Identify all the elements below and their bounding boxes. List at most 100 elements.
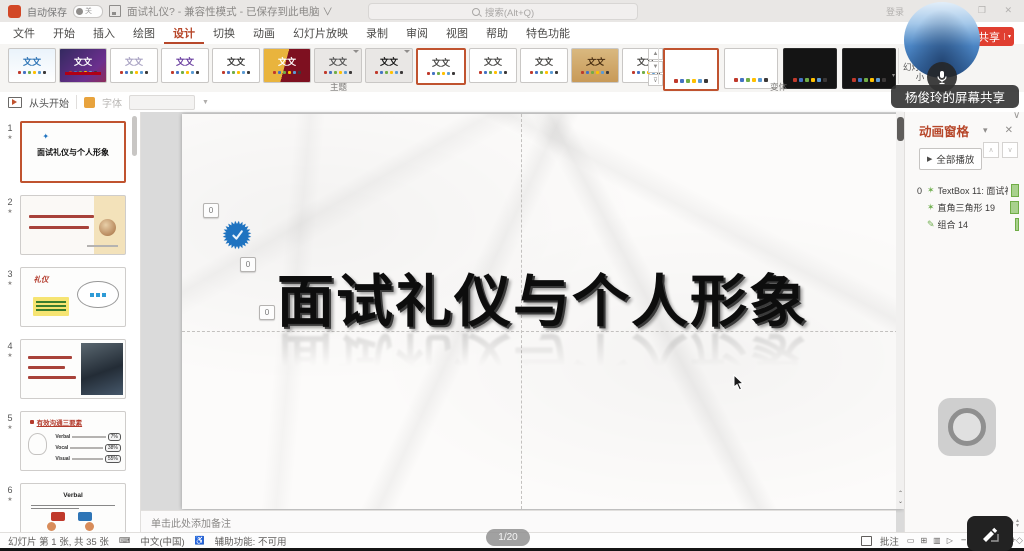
theme-thumbnail[interactable]: 文文 — [212, 48, 260, 83]
slideshow-icon[interactable]: ▷ — [947, 536, 953, 545]
menu-tab[interactable]: 动画 — [244, 22, 284, 44]
menu-tab[interactable]: 录制 — [357, 22, 397, 44]
slide-thumbnail-5[interactable]: 5 ★ 有效沟通三要素 Verbal 7% Vocal 38% Vis — [0, 411, 126, 471]
slide-2-preview[interactable] — [20, 195, 126, 255]
slide-sorter-icon[interactable]: ⊞ — [920, 536, 927, 545]
animation-item[interactable]: ✎ 组合 14 — [905, 216, 1024, 233]
play-all-button[interactable]: ▶ 全部播放 — [919, 148, 982, 170]
spinner-icons[interactable]: ▴▾ — [1016, 519, 1019, 529]
view-switcher: ▭ ⊞ ▥ ▷ — [907, 536, 953, 545]
slide-number: 4 — [7, 341, 12, 351]
font-icon — [84, 97, 95, 108]
document-title[interactable]: 面试礼仪? - 兼容性模式 - 已保存到此电脑 ∨ — [127, 4, 333, 19]
panel-scrollbar[interactable] — [132, 116, 137, 156]
slide-thumbnail-3[interactable]: 3 ★ 礼仪 — [0, 267, 126, 327]
variant-thumbnail[interactable] — [842, 48, 896, 89]
reorder-buttons: ∧ ∨ — [983, 142, 1018, 158]
mini-text-line — [29, 226, 88, 229]
theme-thumbnail[interactable]: 文文 — [314, 48, 362, 83]
menu-tab[interactable]: 绘图 — [124, 22, 164, 44]
theme-thumbnail[interactable]: 文文 — [469, 48, 517, 83]
menu-tab[interactable]: 审阅 — [397, 22, 437, 44]
normal-view-icon[interactable]: ▭ — [907, 536, 915, 545]
menu-tab[interactable]: 帮助 — [477, 22, 517, 44]
start-from-beginning-button[interactable]: 从头开始 — [29, 95, 69, 110]
slide-6-preview[interactable]: Verbal — [20, 483, 126, 533]
menu-tab[interactable]: 视图 — [437, 22, 477, 44]
chevron-down-icon[interactable]: ∨ — [1013, 110, 1020, 121]
starburst-shape[interactable] — [222, 212, 252, 258]
current-slide[interactable]: 面试礼仪与个人形象 面试礼仪与个人形象 0 0 0 — [182, 114, 903, 509]
gallery-down-icon[interactable]: ▼ — [648, 61, 663, 73]
slide-1-preview[interactable]: ✦ 面试礼仪与个人形象 — [20, 121, 126, 183]
theme-gallery-scroll[interactable]: ▲ ▼ ⊽ — [648, 48, 663, 86]
annotation-pen-button[interactable] — [967, 516, 1013, 551]
menu-tab[interactable]: 开始 — [44, 22, 84, 44]
ribbon: 文文 文文 文文 文文 文文 — [0, 44, 1024, 93]
pane-menu-icon[interactable]: ▾ — [980, 125, 991, 136]
microphone-icon — [936, 70, 948, 85]
mini-bullet — [30, 420, 34, 424]
theme-thumbnail[interactable]: 文文 — [416, 48, 466, 85]
accessibility-status[interactable]: 辅助功能: 不可用 — [215, 534, 287, 548]
save-icon[interactable] — [109, 5, 121, 17]
meeting-floating-widget[interactable] — [938, 398, 996, 456]
slide-4-preview[interactable] — [20, 339, 126, 399]
slide-number: 2 — [7, 197, 12, 207]
font-combobox[interactable] — [129, 95, 195, 110]
gallery-expand-icon[interactable]: ⊽ — [648, 74, 663, 86]
slide-thumbnail-1[interactable]: 1 ★ ✦ 面试礼仪与个人形象 — [0, 121, 126, 183]
chevron-down-icon[interactable]: ▼ — [202, 99, 209, 106]
animation-order-badge[interactable]: 0 — [259, 305, 275, 320]
theme-thumbnail[interactable]: 文文 — [110, 48, 158, 83]
search-input[interactable]: 搜索(Alt+Q) — [368, 3, 638, 20]
zoom-out-button[interactable]: − — [961, 535, 967, 546]
theme-thumbnail[interactable]: 文文 — [263, 48, 311, 83]
menu-tab[interactable]: 文件 — [4, 22, 44, 44]
language-indicator[interactable]: 中文(中国) — [140, 534, 184, 548]
slide-thumbnail-6[interactable]: 6 ★ Verbal — [0, 483, 126, 533]
slide-3-preview[interactable]: 礼仪 — [20, 267, 126, 327]
scrollbar-handle[interactable] — [897, 117, 904, 141]
theme-thumbnail[interactable]: 文文 — [571, 48, 619, 83]
login-label[interactable]: 登录 — [886, 5, 904, 18]
timing-bar[interactable] — [1015, 218, 1019, 231]
variant-thumbnail[interactable] — [663, 48, 719, 91]
close-icon[interactable]: ✕ — [1002, 125, 1016, 136]
theme-thumbnail[interactable]: 文文 — [161, 48, 209, 83]
theme-thumbnail[interactable]: 文文 — [365, 48, 413, 83]
menu-tab[interactable]: 切换 — [204, 22, 244, 44]
timing-bar[interactable] — [1010, 201, 1019, 214]
theme-thumbnail[interactable]: 文文 — [520, 48, 568, 83]
slide-thumbnail-4[interactable]: 4 ★ — [0, 339, 126, 399]
timing-bar[interactable] — [1011, 184, 1019, 197]
variant-thumbnail[interactable] — [783, 48, 837, 89]
menu-tab[interactable]: 设计 — [164, 22, 204, 44]
move-handle-icon[interactable]: ◇ — [1016, 535, 1023, 546]
animation-star-icon: ★ — [7, 134, 12, 141]
animation-item[interactable]: 0 ✶ TextBox 11: 面试礼... — [905, 182, 1024, 199]
animation-item-label: 直角三角形 19 — [938, 201, 996, 214]
menu-tab[interactable]: 插入 — [84, 22, 124, 44]
variant-expand-icon[interactable]: ▾ — [892, 72, 895, 79]
slide-5-preview[interactable]: 有效沟通三要素 Verbal 7% Vocal 38% Visual 55% — [20, 411, 126, 471]
animation-order-badge[interactable]: 0 — [203, 203, 219, 218]
menu-tab[interactable]: 幻灯片放映 — [284, 22, 357, 44]
move-up-button[interactable]: ∧ — [983, 142, 999, 158]
powerpoint-logo-icon — [8, 5, 21, 18]
theme-thumbnail[interactable]: 文文 — [8, 48, 56, 83]
move-down-button[interactable]: ∨ — [1002, 142, 1018, 158]
gallery-up-icon[interactable]: ▲ — [648, 48, 663, 60]
theme-thumbnail[interactable]: 文文 — [59, 48, 107, 83]
menu-tab[interactable]: 特色功能 — [517, 22, 579, 44]
slide-title-text[interactable]: 面试礼仪与个人形象 — [182, 256, 903, 338]
mini-row-label: Vocal — [55, 445, 68, 451]
reading-view-icon[interactable]: ▥ — [933, 536, 941, 545]
autosave-toggle[interactable]: 关 — [73, 5, 103, 18]
page-indicator: 1/20 — [486, 529, 530, 546]
animation-order-badge[interactable]: 0 — [240, 257, 256, 272]
mini-row: Visual 55% — [55, 455, 121, 463]
slide-thumbnail-2[interactable]: 2 ★ — [0, 195, 126, 255]
comments-button[interactable]: 批注 — [880, 534, 899, 548]
animation-item[interactable]: ✶ 直角三角形 19 — [905, 199, 1024, 216]
